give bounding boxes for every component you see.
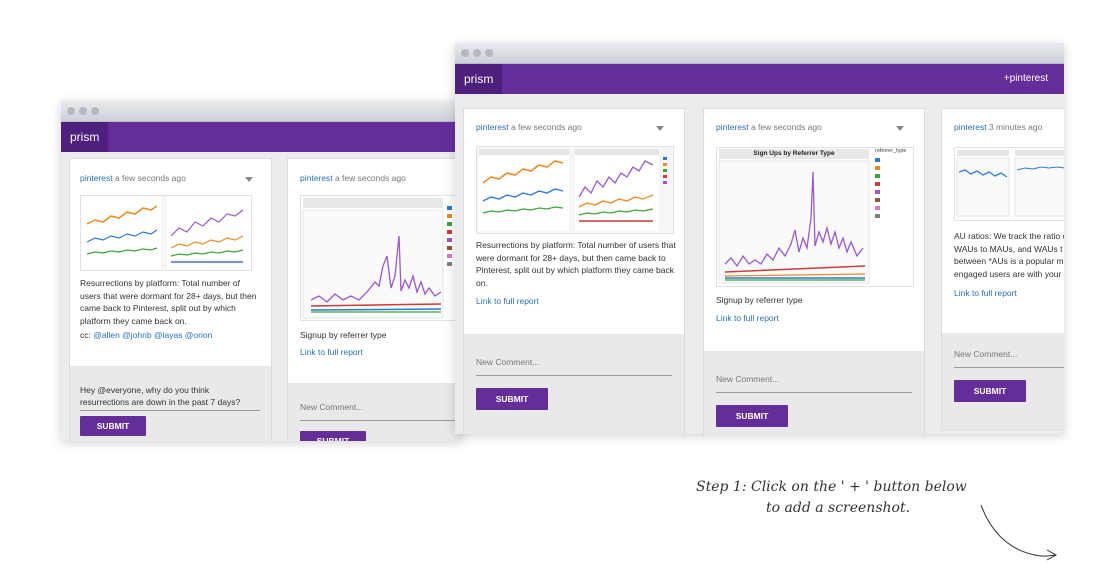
- card-description: Resurrections by platform: Total number …: [476, 240, 676, 288]
- comment-section: New Comment... SUBMIT: [703, 351, 925, 434]
- card-meta: pinterest a few seconds ago: [80, 173, 186, 183]
- card-meta: pinterest 3 minutes ago: [954, 122, 1042, 132]
- report-card: pinterest 3 minutes ago AU ratios: We tr…: [941, 108, 1064, 335]
- add-pinterest-link[interactable]: +pinterest: [1004, 64, 1048, 94]
- submit-button[interactable]: SUBMIT: [476, 388, 548, 410]
- back-browser-window: prism pinterest a few seconds ago Resurr…: [61, 101, 461, 441]
- comment-input[interactable]: Hey @everyone, why do you think resurrec…: [80, 384, 260, 411]
- window-minimize-dot[interactable]: [79, 107, 87, 115]
- report-card: pinterest a few seconds ago Resurrection…: [69, 158, 272, 368]
- timestamp: a few seconds ago: [748, 122, 822, 132]
- comment-input[interactable]: New Comment...: [716, 374, 912, 393]
- card-description: AU ratios: We track the ratio o WAUs to …: [954, 231, 1064, 279]
- cc-line: cc: @allen @johnb @layas @orion: [80, 329, 212, 342]
- comment-section: New Comment... SUBMIT: [463, 334, 685, 434]
- author-link[interactable]: pinterest: [476, 122, 509, 132]
- prism-logo[interactable]: prism: [61, 122, 109, 152]
- top-nav: prism +pinterest: [455, 64, 1064, 94]
- timestamp: a few seconds ago: [332, 173, 406, 183]
- author-link[interactable]: pinterest: [716, 122, 749, 132]
- comment-input[interactable]: New Comment...: [300, 402, 460, 421]
- report-thumbnail[interactable]: Sign Ups by Referrer Type referrer_type: [716, 147, 914, 287]
- cc-label: cc:: [80, 330, 94, 340]
- comment-section: New Comment... SUBMIT: [941, 333, 1064, 430]
- author-link[interactable]: pinterest: [954, 122, 987, 132]
- timestamp: 3 minutes ago: [986, 122, 1043, 132]
- cc-mentions[interactable]: @allen @johnb @layas @orion: [93, 330, 212, 340]
- submit-button[interactable]: SUBMIT: [716, 405, 788, 427]
- curved-arrow-icon: [980, 504, 1058, 561]
- comment-section: Hey @everyone, why do you think resurrec…: [69, 366, 272, 441]
- window-maximize-dot[interactable]: [485, 49, 493, 57]
- report-thumbnail[interactable]: [954, 147, 1064, 221]
- card-meta: pinterest a few seconds ago: [716, 122, 822, 132]
- au-ratio-chart-image: [956, 150, 1064, 217]
- card-description: Resurrections by platform: Total number …: [80, 278, 257, 326]
- window-maximize-dot[interactable]: [91, 107, 99, 115]
- prism-logo[interactable]: prism: [455, 64, 503, 94]
- window-close-dot[interactable]: [67, 107, 75, 115]
- instruction-line-1: Step 1: Click on the ' + ' button below: [696, 479, 967, 495]
- report-thumbnail[interactable]: [476, 146, 674, 234]
- chevron-down-icon[interactable]: [245, 177, 253, 182]
- signups-chart-image: [718, 158, 880, 284]
- resurrections-chart-image: [81, 196, 251, 270]
- author-link[interactable]: pinterest: [80, 173, 113, 183]
- full-report-link[interactable]: Link to full report: [954, 288, 1017, 298]
- card-meta: pinterest a few seconds ago: [300, 173, 406, 183]
- instruction-line-2: to add a screenshot.: [766, 500, 911, 516]
- resurrections-chart-image: [479, 149, 667, 231]
- full-report-link[interactable]: Link to full report: [476, 296, 539, 306]
- card-description: Signup by referrer type: [300, 330, 387, 340]
- top-nav: prism: [61, 122, 461, 152]
- timestamp: a few seconds ago: [508, 122, 582, 132]
- report-thumbnail[interactable]: [300, 195, 461, 321]
- chevron-down-icon[interactable]: [896, 126, 904, 131]
- report-card: pinterest a few seconds ago Sign Ups by …: [703, 108, 925, 353]
- signups-chart-image: [302, 198, 452, 319]
- comment-input[interactable]: New Comment...: [476, 357, 672, 376]
- submit-button[interactable]: SUBMIT: [954, 380, 1026, 402]
- front-browser-window: prism +pinterest pinterest a few seconds…: [455, 43, 1064, 434]
- report-card: pinterest a few seconds ago Signup by re…: [287, 158, 461, 385]
- window-close-dot[interactable]: [461, 49, 469, 57]
- card-description: Signup by referrer type: [716, 295, 803, 305]
- full-report-link[interactable]: Link to full report: [300, 347, 363, 357]
- window-minimize-dot[interactable]: [473, 49, 481, 57]
- timestamp: a few seconds ago: [112, 173, 186, 183]
- author-link[interactable]: pinterest: [300, 173, 333, 183]
- comment-input[interactable]: New Comment...: [954, 349, 1064, 368]
- report-thumbnail[interactable]: [80, 195, 252, 271]
- full-report-link[interactable]: Link to full report: [716, 313, 779, 323]
- window-titlebar: [455, 43, 1064, 64]
- report-card: pinterest a few seconds ago Resurrection…: [463, 108, 685, 336]
- chevron-down-icon[interactable]: [656, 126, 664, 131]
- comment-section: New Comment... SUBMIT: [287, 383, 461, 441]
- submit-button[interactable]: SUBMIT: [80, 416, 146, 436]
- window-titlebar: [61, 101, 461, 122]
- card-meta: pinterest a few seconds ago: [476, 122, 582, 132]
- submit-button[interactable]: SUBMIT: [300, 431, 366, 441]
